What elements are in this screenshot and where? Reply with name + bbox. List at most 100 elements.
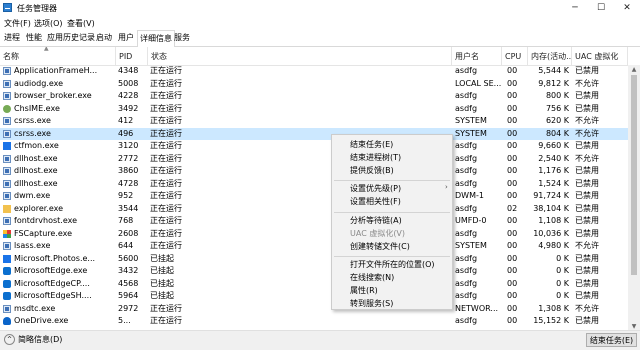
context-menu-item[interactable]: 提供反馈(B) — [350, 165, 394, 176]
column-uac[interactable]: UAC 虚拟化 — [572, 47, 628, 65]
maximize-button[interactable]: ☐ — [588, 0, 614, 16]
window-icon — [3, 129, 11, 138]
process-memory: 1,308 K — [538, 303, 569, 313]
tab-startup[interactable]: 启动 — [94, 31, 114, 45]
process-row[interactable]: ChsIME.exe 3492 正在运行 asdfg 00 756 K 已禁用 — [0, 103, 628, 116]
process-username: asdfg — [455, 278, 478, 288]
context-menu-item[interactable]: 设置优先级(P) — [350, 183, 401, 194]
column-name[interactable]: ▲ 名称 — [0, 47, 116, 65]
process-pid: 5008 — [118, 78, 139, 88]
process-row[interactable]: fontdrvhost.exe 768 正在运行 UMFD-0 00 1,108 K 已禁用 — [0, 215, 628, 228]
context-menu-item[interactable]: 属性(R) — [350, 285, 378, 296]
context-menu-item[interactable]: 分析等待链(A) — [350, 215, 402, 226]
process-username: DWM-1 — [455, 191, 484, 200]
process-row[interactable]: dllhost.exe 3860 正在运行 asdfg 00 1,176 K 已禁用 — [0, 165, 628, 178]
process-pid: 644 — [118, 241, 134, 250]
process-row[interactable]: Microsoft.Photos.e... 5600 已挂起 asdfg 00 0 K 已禁… — [0, 253, 628, 266]
process-row[interactable]: dllhost.exe 4728 正在运行 asdfg 00 1,524 K 已禁用 — [0, 178, 628, 191]
process-status: 正在运行 — [150, 203, 182, 213]
column-header: ▲ 名称 PID 状态 用户名 CPU 内存(活动... UAC 虚拟化 — [0, 47, 640, 66]
process-memory: 10,036 K — [533, 228, 569, 238]
process-row[interactable]: MicrosoftEdgeCP.... 4568 已挂起 asdfg 00 0 K 已禁用 — [0, 278, 628, 291]
tab-app-history[interactable]: 应用历史记录 — [45, 31, 97, 45]
tab-processes[interactable]: 进程 — [2, 31, 22, 45]
menu-separator — [334, 212, 450, 213]
menu-options[interactable]: 选项(O) — [34, 18, 63, 29]
process-name: ChsIME.exe — [14, 103, 60, 113]
process-row[interactable]: audiodg.exe 5008 正在运行 LOCAL SE... 00 9,812 K 不… — [0, 78, 628, 91]
column-status[interactable]: 状态 — [148, 47, 452, 65]
process-row[interactable]: msdtc.exe 2972 正在运行 NETWOR... 00 1,308 K 不允许 — [0, 303, 628, 316]
process-status: 正在运行 — [150, 303, 182, 313]
process-row[interactable]: dllhost.exe 2772 正在运行 asdfg 00 2,540 K 不允许 — [0, 153, 628, 166]
context-menu-item[interactable]: 转到服务(S) — [350, 298, 393, 309]
process-row[interactable]: OneDrive.exe 5... 正在运行 asdfg 00 15,152 K 已禁用 — [0, 315, 628, 328]
context-menu: 结束任务(E) 结束进程树(T) 提供反馈(B) 设置优先级(P) › 设置相关性(F) 分… — [331, 134, 453, 310]
tab-performance[interactable]: 性能 — [24, 31, 44, 45]
capture-icon — [3, 229, 11, 238]
context-menu-item[interactable]: 结束进程树(T) — [350, 152, 401, 163]
menu-file[interactable]: 文件(F) — [4, 18, 31, 29]
process-row[interactable]: lsass.exe 644 正在运行 SYSTEM 00 4,980 K 不允许 — [0, 240, 628, 253]
process-username: LOCAL SE... — [455, 78, 502, 88]
column-cpu[interactable]: CPU — [502, 47, 528, 65]
process-row[interactable]: dwm.exe 952 正在运行 DWM-1 00 91,724 K 已禁用 — [0, 190, 628, 203]
process-username: SYSTEM — [455, 241, 487, 250]
folder-icon — [3, 204, 11, 213]
context-menu-item[interactable]: 结束任务(E) — [350, 139, 393, 150]
context-menu-item[interactable]: 在线搜索(N) — [350, 272, 394, 283]
context-menu-item[interactable]: 设置相关性(F) — [350, 196, 401, 207]
process-memory: 91,724 K — [533, 191, 569, 200]
process-row[interactable]: MicrosoftEdgeSH.... 5964 已挂起 asdfg 00 0 K 已禁用 — [0, 290, 628, 303]
less-details-label: 简略信息(D) — [18, 335, 63, 344]
process-row[interactable]: ApplicationFrameH... 4348 正在运行 asdfg 00 5,544… — [0, 65, 628, 78]
scrollbar-thumb[interactable] — [631, 75, 637, 275]
process-memory: 1,108 K — [538, 216, 569, 225]
menu-view[interactable]: 查看(V) — [67, 18, 95, 29]
vertical-scrollbar[interactable]: ▲ ▼ — [628, 65, 640, 332]
process-row[interactable]: explorer.exe 3544 正在运行 asdfg 02 38,104 K 已禁用 — [0, 203, 628, 216]
tab-services[interactable]: 服务 — [172, 31, 192, 45]
process-pid: 5964 — [118, 291, 139, 300]
context-menu-item[interactable]: 打开文件所在的位置(O) — [350, 259, 435, 270]
photos-icon — [3, 254, 11, 263]
process-name: audiodg.exe — [14, 78, 64, 88]
process-name: csrss.exe — [14, 128, 51, 138]
tab-details[interactable]: 详细信息 — [137, 30, 175, 48]
process-row[interactable]: csrss.exe 496 正在运行 SYSTEM 00 804 K 不允许 — [0, 127, 628, 140]
scroll-up-icon[interactable]: ▲ — [628, 65, 640, 75]
end-task-button[interactable]: 结束任务(E) — [586, 333, 637, 347]
close-button[interactable]: ✕ — [614, 0, 640, 16]
process-memory: 9,812 K — [538, 78, 569, 88]
process-row[interactable]: ctfmon.exe 3120 正在运行 asdfg 00 9,660 K 已禁用 — [0, 140, 628, 153]
process-name: dllhost.exe — [14, 166, 58, 175]
process-uac: 已禁用 — [575, 203, 599, 213]
process-row[interactable]: MicrosoftEdge.exe 3432 已挂起 asdfg 00 0 K 已禁用 — [0, 265, 628, 278]
process-status: 正在运行 — [150, 191, 182, 200]
less-details-toggle[interactable]: ^ 简略信息(D) — [4, 334, 62, 345]
context-menu-item[interactable]: 创建转储文件(C) — [350, 241, 410, 252]
process-username: asdfg — [455, 141, 478, 150]
column-username[interactable]: 用户名 — [452, 47, 502, 65]
onedrive-icon — [3, 317, 11, 325]
process-uac: 已禁用 — [575, 166, 599, 175]
column-memory[interactable]: 内存(活动... — [528, 47, 572, 65]
process-row[interactable]: csrss.exe 412 正在运行 SYSTEM 00 620 K 不允许 — [0, 115, 628, 128]
process-pid: 3860 — [118, 166, 139, 175]
process-cpu: 00 — [507, 228, 518, 238]
process-row[interactable]: browser_broker.exe 4228 正在运行 asdfg 00 800 K 已禁… — [0, 90, 628, 103]
process-pid: 412 — [118, 116, 134, 125]
process-cpu: 00 — [507, 266, 518, 275]
ctf-icon — [3, 142, 11, 150]
process-username: asdfg — [455, 153, 478, 163]
process-uac: 已禁用 — [575, 216, 599, 225]
process-cpu: 00 — [507, 116, 518, 125]
column-pid[interactable]: PID — [116, 47, 148, 65]
process-row[interactable]: FSCapture.exe 2608 正在运行 asdfg 00 10,036 K 已禁用 — [0, 228, 628, 241]
tab-users[interactable]: 用户 — [116, 31, 136, 45]
process-name: msdtc.exe — [14, 303, 56, 313]
process-pid: 3544 — [118, 203, 139, 213]
ime-icon — [3, 104, 11, 113]
window-icon — [3, 79, 11, 88]
minimize-button[interactable]: ─ — [562, 0, 588, 16]
